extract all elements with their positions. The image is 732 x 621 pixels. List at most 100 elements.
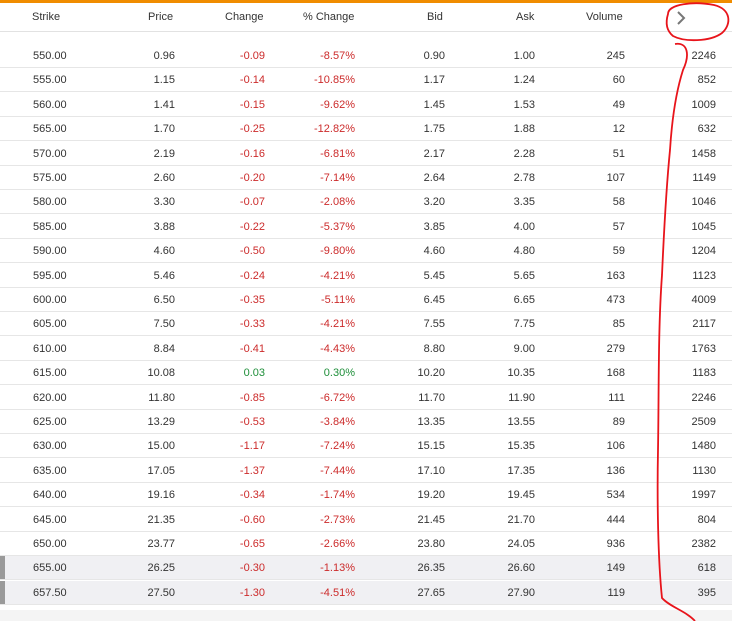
- table-row[interactable]: 635.00 17.05 -1.37 -7.44% 17.10 17.35 136 1130: [0, 459, 732, 483]
- pct-change-cell: -10.85%: [314, 74, 355, 87]
- ask-cell: 7.75: [513, 318, 535, 331]
- table-row[interactable]: 580.00 3.30 -0.07 -2.08% 3.20 3.35 58 1046: [0, 190, 732, 215]
- pct-change-cell: -7.24%: [320, 440, 355, 453]
- table-row[interactable]: 565.00 1.70 -0.25 -12.82% 1.75 1.88 12 632: [0, 117, 732, 142]
- open-interest-cell: 1480: [691, 440, 716, 453]
- strike-cell: 605.00: [33, 318, 67, 331]
- column-header-price[interactable]: Price: [148, 3, 173, 31]
- table-row[interactable]: 570.00 2.19 -0.16 -6.81% 2.17 2.28 51 1458: [0, 142, 732, 166]
- table-row[interactable]: 657.50 27.50 -1.30 -4.51% 27.65 27.90 119 395: [0, 580, 732, 605]
- column-header-change[interactable]: Change: [225, 3, 264, 31]
- price-cell: 23.77: [147, 538, 175, 550]
- ask-cell: 10.35: [507, 367, 535, 380]
- table-row[interactable]: 600.00 6.50 -0.35 -5.11% 6.45 6.65 473 4009: [0, 288, 732, 312]
- open-interest-cell: 1763: [691, 342, 716, 355]
- open-interest-cell: 632: [697, 123, 716, 136]
- horizontal-scrollbar[interactable]: [0, 610, 732, 621]
- change-cell: -0.25: [239, 123, 265, 136]
- ask-cell: 24.05: [507, 538, 535, 550]
- change-cell: 0.03: [243, 367, 265, 380]
- table-row[interactable]: 590.00 4.60 -0.50 -9.80% 4.60 4.80 59 1204: [0, 239, 732, 264]
- bid-cell: 15.15: [417, 440, 445, 453]
- table-row[interactable]: 650.00 23.77 -0.65 -2.66% 23.80 24.05 936 2382: [0, 532, 732, 556]
- column-header-ask[interactable]: Ask: [516, 3, 534, 31]
- scroll-columns-right-button[interactable]: [670, 7, 692, 29]
- pct-change-cell: -8.57%: [320, 50, 355, 62]
- pct-change-cell: -2.66%: [320, 538, 355, 550]
- table-row[interactable]: 630.00 15.00 -1.17 -7.24% 15.15 15.35 106 1480: [0, 434, 732, 459]
- strike-cell: 615.00: [33, 367, 67, 380]
- price-cell: 6.50: [153, 294, 175, 306]
- bid-cell: 23.80: [417, 538, 445, 550]
- bid-cell: 3.85: [423, 220, 445, 233]
- pct-change-cell: -1.13%: [320, 562, 355, 575]
- table-row[interactable]: 645.00 21.35 -0.60 -2.73% 21.45 21.70 444 804: [0, 508, 732, 532]
- table-row[interactable]: 625.00 13.29 -0.53 -3.84% 13.35 13.55 89 2509: [0, 410, 732, 434]
- bid-cell: 21.45: [417, 513, 445, 526]
- table-row[interactable]: 575.00 2.60 -0.20 -7.14% 2.64 2.78 107 1149: [0, 166, 732, 190]
- column-header-bid[interactable]: Bid: [427, 3, 443, 31]
- price-cell: 11.80: [148, 391, 175, 404]
- bid-cell: 13.35: [417, 416, 445, 428]
- open-interest-cell: 1009: [691, 98, 716, 111]
- volume-cell: 107: [606, 172, 625, 184]
- table-row[interactable]: 585.00 3.88 -0.22 -5.37% 3.85 4.00 57 1045: [0, 215, 732, 239]
- table-row[interactable]: 655.00 26.25 -0.30 -1.13% 26.35 26.60 149 618: [0, 556, 732, 581]
- ask-cell: 5.65: [513, 269, 535, 282]
- price-cell: 1.70: [153, 123, 175, 136]
- column-header-strike[interactable]: Strike: [32, 3, 60, 31]
- change-cell: -0.33: [239, 318, 265, 331]
- ask-cell: 19.45: [507, 489, 535, 502]
- table-row[interactable]: 610.00 8.84 -0.41 -4.43% 8.80 9.00 279 1763: [0, 337, 732, 361]
- strike-cell: 655.00: [33, 562, 67, 575]
- ask-cell: 26.60: [507, 562, 535, 575]
- chevron-right-icon: [677, 11, 686, 25]
- ask-cell: 1.00: [513, 50, 535, 62]
- strike-cell: 570.00: [33, 147, 67, 160]
- table-row[interactable]: 595.00 5.46 -0.24 -4.21% 5.45 5.65 163 1123: [0, 264, 732, 288]
- column-header-volume[interactable]: Volume: [586, 3, 623, 31]
- volume-cell: 534: [606, 489, 625, 502]
- volume-cell: 279: [606, 342, 625, 355]
- price-cell: 3.88: [153, 220, 175, 233]
- volume-cell: 163: [606, 269, 625, 282]
- pct-change-cell: -9.80%: [320, 245, 355, 258]
- pct-change-cell: -4.43%: [320, 342, 355, 355]
- open-interest-cell: 2246: [691, 50, 716, 62]
- pct-change-cell: -4.51%: [320, 586, 355, 599]
- volume-cell: 51: [612, 147, 625, 160]
- table-row[interactable]: 555.00 1.15 -0.14 -10.85% 1.17 1.24 60 852: [0, 68, 732, 93]
- pct-change-cell: -1.74%: [320, 489, 355, 502]
- price-cell: 1.15: [153, 74, 175, 87]
- open-interest-cell: 618: [697, 562, 716, 575]
- pct-change-cell: -9.62%: [320, 98, 355, 111]
- strike-cell: 585.00: [33, 220, 67, 233]
- price-cell: 1.41: [153, 98, 175, 111]
- table-row[interactable]: 550.00 0.96 -0.09 -8.57% 0.90 1.00 245 2246: [0, 44, 732, 68]
- ask-cell: 1.24: [513, 74, 535, 87]
- bid-cell: 17.10: [417, 464, 445, 477]
- strike-cell: 630.00: [33, 440, 67, 453]
- change-cell: -0.53: [239, 416, 265, 428]
- bid-cell: 7.55: [423, 318, 445, 331]
- table-row[interactable]: 560.00 1.41 -0.15 -9.62% 1.45 1.53 49 1009: [0, 93, 732, 117]
- table-row[interactable]: 640.00 19.16 -0.34 -1.74% 19.20 19.45 534 1997: [0, 483, 732, 508]
- column-header-pct-change[interactable]: % Change: [303, 3, 354, 31]
- price-cell: 19.16: [147, 489, 175, 502]
- volume-cell: 85: [612, 318, 625, 331]
- ask-cell: 11.90: [508, 391, 535, 404]
- open-interest-cell: 1458: [691, 147, 716, 160]
- volume-cell: 60: [612, 74, 625, 87]
- pct-change-cell: -7.14%: [320, 172, 355, 184]
- change-cell: -0.14: [239, 74, 265, 87]
- table-row[interactable]: 605.00 7.50 -0.33 -4.21% 7.55 7.75 85 2117: [0, 312, 732, 337]
- open-interest-cell: 1997: [691, 489, 716, 502]
- change-cell: -0.09: [239, 50, 265, 62]
- bid-cell: 2.17: [423, 147, 445, 160]
- change-cell: -0.07: [239, 196, 265, 209]
- table-row[interactable]: 620.00 11.80 -0.85 -6.72% 11.70 11.90 111 2246: [0, 386, 732, 410]
- bid-cell: 10.20: [417, 367, 445, 380]
- table-row[interactable]: 615.00 10.08 0.03 0.30% 10.20 10.35 168 1183: [0, 361, 732, 386]
- price-cell: 26.25: [147, 562, 175, 575]
- ask-cell: 4.00: [513, 220, 535, 233]
